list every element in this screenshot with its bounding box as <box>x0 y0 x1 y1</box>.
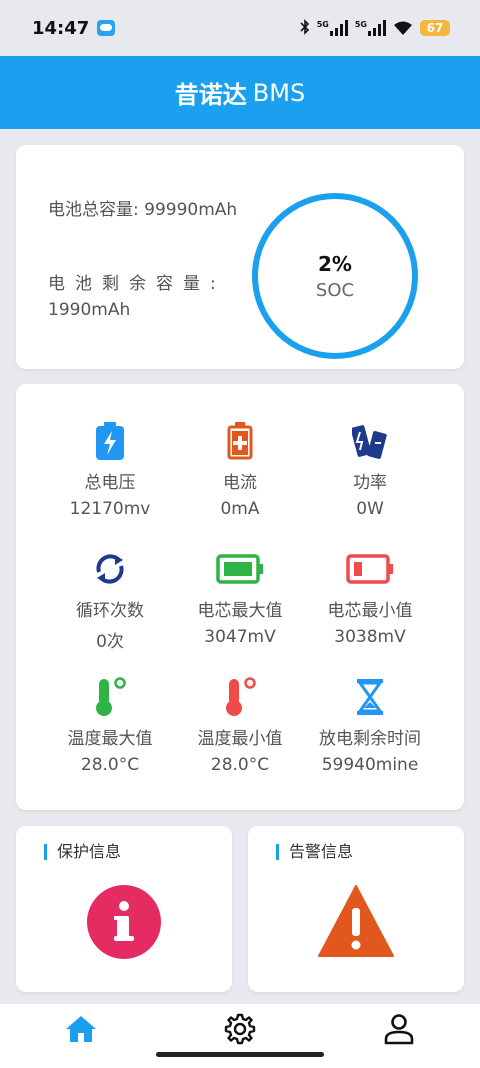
nav-settings[interactable] <box>223 1013 257 1049</box>
metric-value: 28.0°C <box>80 755 140 775</box>
metric-value: 59940mine <box>321 755 419 775</box>
metric-value: 28.0°C <box>210 755 270 775</box>
status-left: 14:47 <box>32 17 116 39</box>
signal-2-label: 5G <box>354 20 367 29</box>
metric-label: 功率 <box>353 473 387 493</box>
metric-value: 0mA <box>220 499 260 519</box>
signal-1-icon: 5G <box>317 20 348 36</box>
metric-cell-max: 电芯最大值 3047mV <box>170 548 310 647</box>
home-icon <box>65 1014 97 1048</box>
protection-info-title: 保护信息 <box>44 844 121 860</box>
metric-label: 温度最小值 <box>197 729 283 749</box>
header-title-cn: 昔诺达 <box>174 81 247 109</box>
capacity-card: 电池总容量: 99990mAh 电池剩余容量: 1990mAh 2% SOC <box>16 145 464 369</box>
battery-low-icon <box>300 548 440 590</box>
bottom-nav <box>0 1004 480 1068</box>
metric-label: 放电剩余时间 <box>319 729 421 749</box>
cycle-icon <box>40 548 180 590</box>
bluetooth-icon <box>300 18 310 38</box>
soc-gauge: 2% SOC <box>252 193 418 359</box>
metric-temp-min: 温度最小值 28.0°C <box>170 676 310 775</box>
battery-plus-icon <box>170 420 310 462</box>
nav-home[interactable] <box>64 1014 98 1048</box>
metric-label: 循环次数 <box>76 601 144 621</box>
status-bar: 14:47 5G 5G 67 <box>0 0 480 56</box>
battery-level: 67 <box>420 20 450 36</box>
remaining-capacity-label: 电池剩余容量: <box>48 274 226 294</box>
warning-info-title: 告警信息 <box>276 844 353 860</box>
info-icon[interactable] <box>86 884 162 960</box>
metric-label: 电芯最大值 <box>197 601 283 621</box>
metric-label: 总电压 <box>84 473 136 493</box>
nav-profile[interactable] <box>382 1014 416 1048</box>
signal-2-icon: 5G <box>355 20 386 36</box>
status-right: 5G 5G 67 <box>300 18 450 38</box>
status-time: 14:47 <box>32 17 90 39</box>
metric-value: 3038mV <box>334 627 406 647</box>
metric-value: 12170mv <box>69 499 151 519</box>
total-capacity: 电池总容量: 99990mAh <box>48 200 238 220</box>
metric-value: 0W <box>356 499 384 519</box>
metric-label: 电流 <box>223 473 257 493</box>
app-header: 昔诺达 BMS <box>0 56 480 129</box>
soc-value: 2% <box>318 251 352 276</box>
metric-value: 3047mV <box>204 627 276 647</box>
metric-total-voltage: 总电压 12170mv <box>40 420 180 519</box>
metric-temp-max: 温度最大值 28.0°C <box>40 676 180 775</box>
warning-info-card[interactable]: 告警信息 <box>248 826 464 992</box>
wifi-icon <box>393 20 413 36</box>
soc-label: SOC <box>315 279 355 301</box>
warning-icon[interactable] <box>318 884 394 960</box>
header-title-en: BMS <box>252 78 306 107</box>
metric-cell-min: 电芯最小值 3038mV <box>300 548 440 647</box>
gesture-bar[interactable] <box>156 1052 324 1057</box>
metric-cycle-count: 循环次数 0次 <box>40 548 180 652</box>
thermometer-low-icon <box>170 676 310 718</box>
battery-charging-icon <box>40 420 180 462</box>
metric-power: 功率 0W <box>300 420 440 519</box>
metrics-card: 总电压 12170mv 电流 0mA 功率 0W 循环次数 0次 电芯最大值 3… <box>16 384 464 810</box>
remaining-capacity-value: 1990mAh <box>48 300 131 320</box>
gear-icon <box>224 1013 256 1049</box>
metric-label: 温度最大值 <box>67 729 153 749</box>
user-icon <box>383 1013 415 1049</box>
metric-label: 电芯最小值 <box>327 601 413 621</box>
metric-current: 电流 0mA <box>170 420 310 519</box>
batteries-icon <box>300 420 440 462</box>
cloud-icon <box>97 20 116 36</box>
protection-info-card[interactable]: 保护信息 <box>16 826 232 992</box>
thermometer-high-icon <box>40 676 180 718</box>
hourglass-icon <box>300 676 440 718</box>
battery-full-icon <box>170 548 310 590</box>
signal-1-label: 5G <box>316 20 329 29</box>
remaining-capacity: 电池剩余容量: 1990mAh <box>48 271 258 323</box>
metric-value: 0次 <box>96 632 124 652</box>
metric-discharge-time: 放电剩余时间 59940mine <box>300 676 440 775</box>
